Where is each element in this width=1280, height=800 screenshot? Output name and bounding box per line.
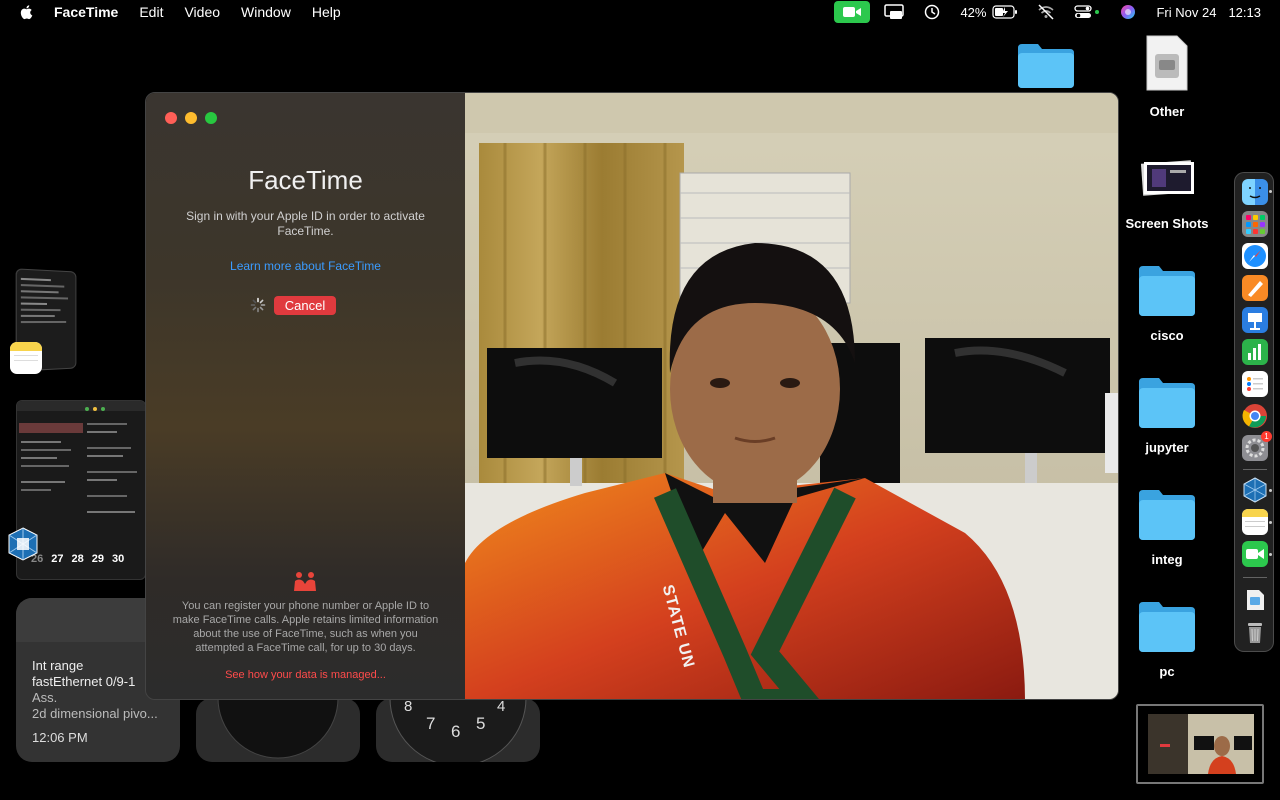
folder-icon [1139,378,1195,428]
clock-number: 6 [451,722,461,741]
apple-logo-icon[interactable] [18,3,36,21]
siri-icon[interactable] [1118,4,1138,20]
facetime-subtitle: Sign in with your Apple ID in order to a… [186,209,425,238]
close-button[interactable] [165,112,177,124]
keynote-icon[interactable] [1242,307,1268,333]
menubar-time[interactable]: 12:13 [1228,5,1261,20]
menu-help[interactable]: Help [312,4,341,20]
menubar-date[interactable]: Fri Nov 24 [1156,5,1216,20]
privacy-handshake-icon [294,572,316,591]
desktop-label: pc [1159,664,1175,679]
notes-app-icon[interactable] [10,342,42,374]
camera-scene [465,93,1118,699]
pages-icon[interactable] [1242,275,1268,301]
data-managed-link[interactable]: See how your data is managed... [146,669,465,681]
notification-badge: 1 [1261,431,1272,442]
virtualbox-icon[interactable] [6,526,40,562]
calendar-day: 29 [91,553,104,565]
facetime-sidebar: FaceTime Sign in with your Apple ID in o… [146,93,465,699]
calendar-strip: 26 27 28 29 30 [31,553,124,565]
desktop-label: cisco [1150,328,1184,343]
status-area: 42% Fri Nov 24 12:13 [834,0,1280,24]
running-indicator [1269,489,1272,492]
downloads-icon[interactable] [1242,587,1268,613]
desktop-item-jupyter[interactable]: jupyter [1122,374,1212,456]
battery-percent: 42% [960,4,987,20]
note-line: fastEthernet 0/9-1 [32,674,136,689]
camera-preview: STATE UN [465,93,1118,699]
finder-icon[interactable] [1242,179,1268,205]
weather-widget[interactable] [196,698,360,762]
dock-separator [1243,577,1267,578]
folder-icon [1139,602,1195,652]
folder-icon [1139,266,1195,316]
desktop-item-integ[interactable]: integ [1122,486,1212,568]
zoom-button[interactable] [205,112,217,124]
minimize-button[interactable] [185,112,197,124]
calendar-day: 28 [71,553,84,565]
note-time: 12:06 PM [32,730,88,745]
menu-window[interactable]: Window [241,4,291,20]
safari-icon[interactable] [1242,243,1268,269]
gauge-dial [217,698,339,759]
desktop-item-other[interactable]: Other [1122,34,1212,124]
desktop-label: integ [1151,552,1183,567]
dock-separator [1243,469,1267,470]
launchpad-icon[interactable] [1242,211,1268,237]
cancel-button[interactable]: Cancel [274,296,336,315]
video-camera-icon[interactable] [834,1,871,23]
clock-number: 7 [426,714,436,733]
screenshot-preview-image [1148,714,1254,774]
menu-edit[interactable]: Edit [139,4,163,20]
desktop-label: jupyter [1145,440,1189,455]
folder-icon [1139,490,1195,540]
control-center-icon[interactable] [1074,4,1100,20]
trash-icon[interactable] [1242,619,1268,645]
note-line: Ass. [32,690,58,705]
virtualbox-icon[interactable] [1242,477,1268,503]
folder-icon[interactable] [1016,40,1076,88]
desktop-item-screen-shots[interactable]: Screen Shots [1122,156,1212,236]
notes-icon[interactable] [1242,509,1268,535]
facetime-window: FaceTime Sign in with your Apple ID in o… [145,92,1119,700]
desktop-label: Screen Shots [1125,216,1209,231]
calendar-day: 27 [51,553,64,565]
battery-charging-icon[interactable] [992,4,1018,20]
screenshot-preview-thumbnail[interactable] [1136,704,1264,784]
screen-share-icon[interactable] [884,4,905,20]
desktop-label: Other [1149,104,1185,119]
clock-number: 5 [476,714,486,733]
note-line: 2d dimensional pivo... [32,706,158,721]
menu-facetime[interactable]: FaceTime [54,4,118,20]
document-icon [1146,35,1188,91]
desktop-item-cisco[interactable]: cisco [1122,262,1212,344]
running-indicator [1269,190,1272,193]
running-indicator [1269,521,1272,524]
clock-widget[interactable]: 8 7 6 5 4 [376,698,540,762]
chrome-icon[interactable] [1242,403,1268,429]
learn-more-link[interactable]: Learn more about FaceTime [146,259,465,273]
dock: 1 [1234,172,1274,652]
menu-bar: FaceTime Edit Video Window Help 42% Fri … [0,0,1280,24]
loading-spinner-icon [250,297,266,313]
menu-video[interactable]: Video [184,4,220,20]
clock-history-icon[interactable] [922,4,942,20]
screenshot-stack-icon [1140,160,1194,196]
wifi-off-icon[interactable] [1036,4,1056,20]
desktop-item-pc[interactable]: pc [1122,598,1212,680]
calendar-day: 30 [112,553,125,565]
clock-number: 4 [497,698,506,715]
note-line: Int range [32,658,84,673]
numbers-icon[interactable] [1242,339,1268,365]
running-indicator [1269,553,1272,556]
reminders-icon[interactable] [1242,371,1268,397]
facetime-icon[interactable] [1242,541,1268,567]
privacy-note: You can register your phone number or Ap… [172,600,439,654]
facetime-title: FaceTime [248,165,363,195]
clock-number: 8 [404,698,413,715]
